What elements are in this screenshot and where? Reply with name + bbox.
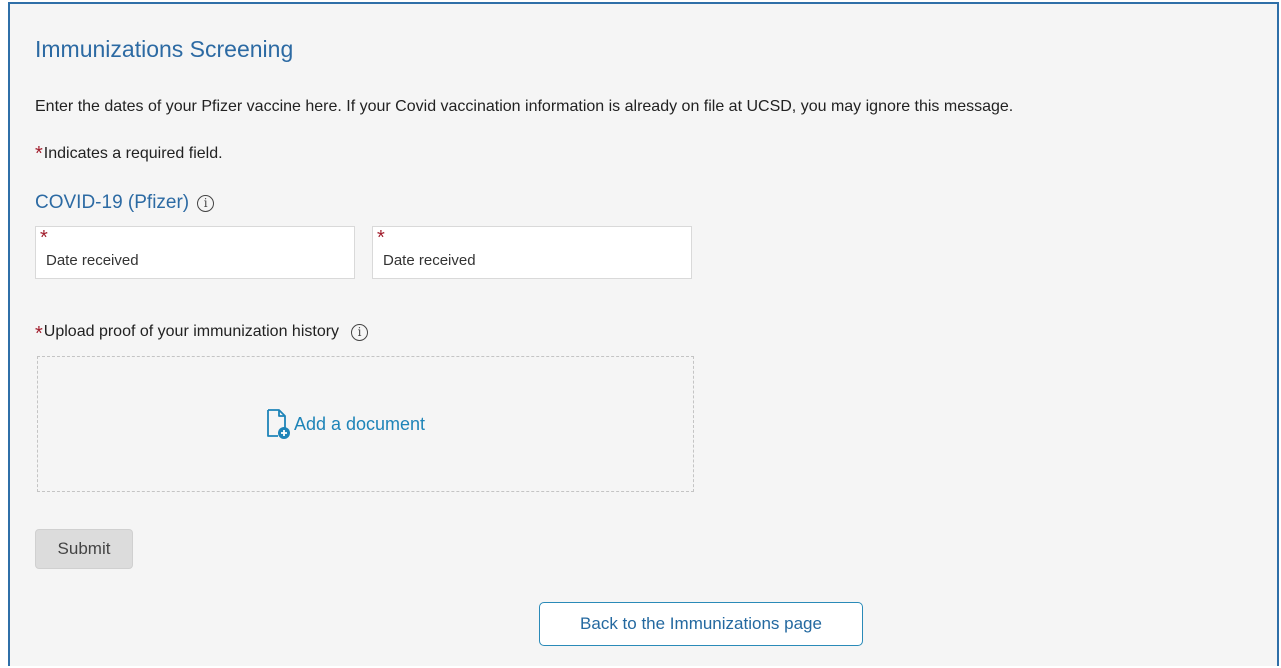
date-received-input-2[interactable] [373,227,691,278]
back-to-immunizations-button[interactable]: Back to the Immunizations page [539,602,863,646]
required-asterisk: * [35,143,43,165]
vaccine-section-header: COVID-19 (Pfizer) i [35,192,215,214]
immunizations-panel: Immunizations Screening Enter the dates … [8,2,1279,666]
required-note: *Indicates a required field. [35,142,223,165]
required-note-text: Indicates a required field. [43,145,223,162]
upload-label-text: Upload proof of your immunization histor… [43,323,340,340]
date-received-input-1[interactable] [36,227,354,278]
date-received-field-2: * [372,226,692,279]
intro-text: Enter the dates of your Pfizer vaccine h… [35,98,1014,115]
required-asterisk: * [35,323,43,345]
add-document-link[interactable]: Add a document [266,409,425,439]
document-add-icon [267,409,290,439]
info-icon[interactable]: i [197,194,215,212]
date-received-field-1: * [35,226,355,279]
upload-label: * Upload proof of your immunization hist… [35,322,369,345]
add-document-label: Add a document [293,413,426,434]
document-dropzone[interactable]: Add a document [37,356,694,492]
info-icon[interactable]: i [351,323,369,341]
page-title: Immunizations Screening [35,36,294,62]
vaccine-section-title: COVID-19 (Pfizer) [35,192,190,213]
submit-button[interactable]: Submit [35,529,133,569]
